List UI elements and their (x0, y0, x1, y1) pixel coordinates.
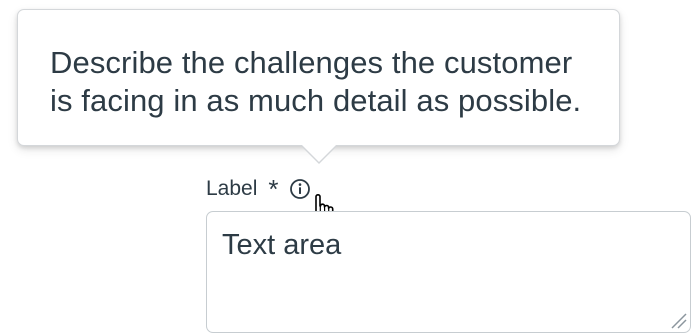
textarea-placeholder: Text area (222, 229, 342, 261)
resize-grip-icon[interactable] (667, 309, 687, 329)
field-label-row: Label * (206, 174, 311, 204)
info-tooltip: Describe the challenges the customer is … (17, 9, 620, 146)
stage: Describe the challenges the customer is … (0, 0, 691, 334)
tooltip-text: Describe the challenges the customer is … (50, 45, 582, 118)
description-textarea[interactable]: Text area (206, 211, 691, 333)
field-label: Label (206, 177, 258, 200)
tooltip-arrow (300, 144, 338, 164)
required-indicator: * (268, 174, 279, 204)
